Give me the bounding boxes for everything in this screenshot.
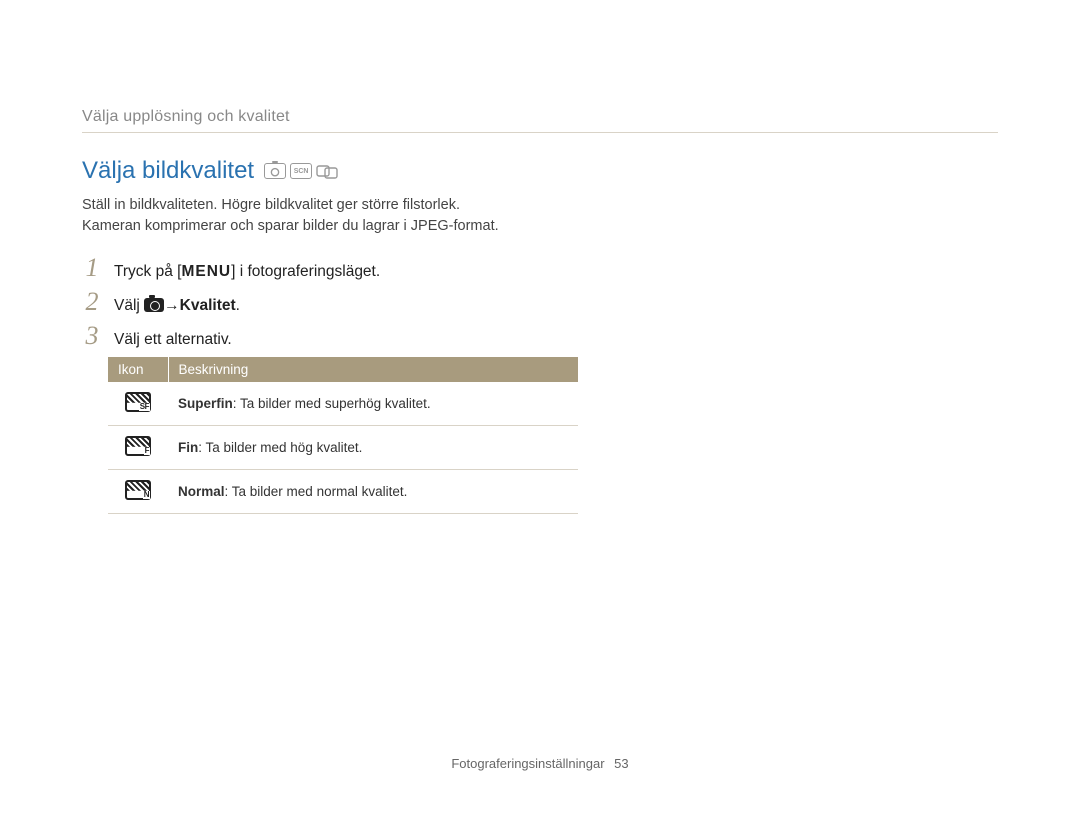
col-header-icon: Ikon [108,357,168,382]
step-number: 1 [82,255,102,281]
step-number: 3 [82,323,102,349]
step-1: 1 Tryck på [MENU] i fotograferingsläget. [82,255,602,281]
quality-label: Normal [178,484,225,499]
step2-pre: Välj [114,297,144,314]
divider [82,132,998,133]
quality-label: Superfin [178,396,233,411]
step-3: 3 Välj ett alternativ. [82,323,602,349]
dual-mode-icon [316,163,338,179]
breadcrumb: Välja upplösning och kvalitet [82,108,998,126]
camera-icon [144,298,164,312]
quality-desc: : Ta bilder med normal kvalitet. [225,484,408,499]
table-row: N Normal: Ta bilder med normal kvalitet. [108,470,578,514]
table-row: F Fin: Ta bilder med hög kvalitet. [108,426,578,470]
step-number: 2 [82,289,102,315]
content-column: Välja bildkvalitet Ställ in bildkvalitet… [82,157,602,514]
desc-cell: Superfin: Ta bilder med superhög kvalite… [168,382,578,426]
quality-desc: : Ta bilder med superhög kvalitet. [233,396,431,411]
icon-cell: F [108,426,168,470]
intro-paragraph: Ställ in bildkvaliteten. Högre bildkvali… [82,195,602,237]
arrow-right-icon: → [164,297,180,315]
icon-sub-label: N [143,491,150,499]
table-row: SF Superfin: Ta bilder med superhög kval… [108,382,578,426]
intro-line-2: Kameran komprimerar och sparar bilder du… [82,218,499,234]
step1-post: ] i fotograferingsläget. [231,263,380,280]
scn-mode-icon [290,163,312,179]
quality-normal-icon: N [125,480,151,500]
step-text: Tryck på [MENU] i fotograferingsläget. [114,263,380,281]
desc-cell: Fin: Ta bilder med hög kvalitet. [168,426,578,470]
col-header-desc: Beskrivning [168,357,578,382]
intro-line-1: Ställ in bildkvaliteten. Högre bildkvali… [82,197,460,213]
quality-superfine-icon: SF [125,392,151,412]
step-text: Välj ett alternativ. [114,331,232,349]
table-header-row: Ikon Beskrivning [108,357,578,382]
page-number: 53 [614,756,628,771]
desc-cell: Normal: Ta bilder med normal kvalitet. [168,470,578,514]
icon-cell: N [108,470,168,514]
step2-post: . [236,297,240,314]
page-footer: Fotograferingsinställningar 53 [0,756,1080,771]
section-heading: Välja bildkvalitet [82,157,254,185]
quality-desc: : Ta bilder med hög kvalitet. [198,440,362,455]
quality-table: Ikon Beskrivning SF Superfin: Ta bilder … [108,357,578,514]
menu-button-label: MENU [181,263,231,280]
step1-pre: Tryck på [ [114,263,181,280]
footer-section: Fotograferingsinställningar [451,756,604,771]
camera-p-mode-icon [264,163,286,179]
icon-cell: SF [108,382,168,426]
quality-fine-icon: F [125,436,151,456]
manual-page: Välja upplösning och kvalitet Välja bild… [0,0,1080,815]
step2-bold: Kvalitet [180,297,236,314]
icon-sub-label: F [144,447,150,455]
step-2: 2 Välj → Kvalitet. [82,289,602,315]
icon-sub-label: SF [139,403,150,411]
step-text: Välj → Kvalitet. [114,297,240,315]
quality-label: Fin [178,440,198,455]
heading-row: Välja bildkvalitet [82,157,602,185]
mode-icons [264,163,338,179]
